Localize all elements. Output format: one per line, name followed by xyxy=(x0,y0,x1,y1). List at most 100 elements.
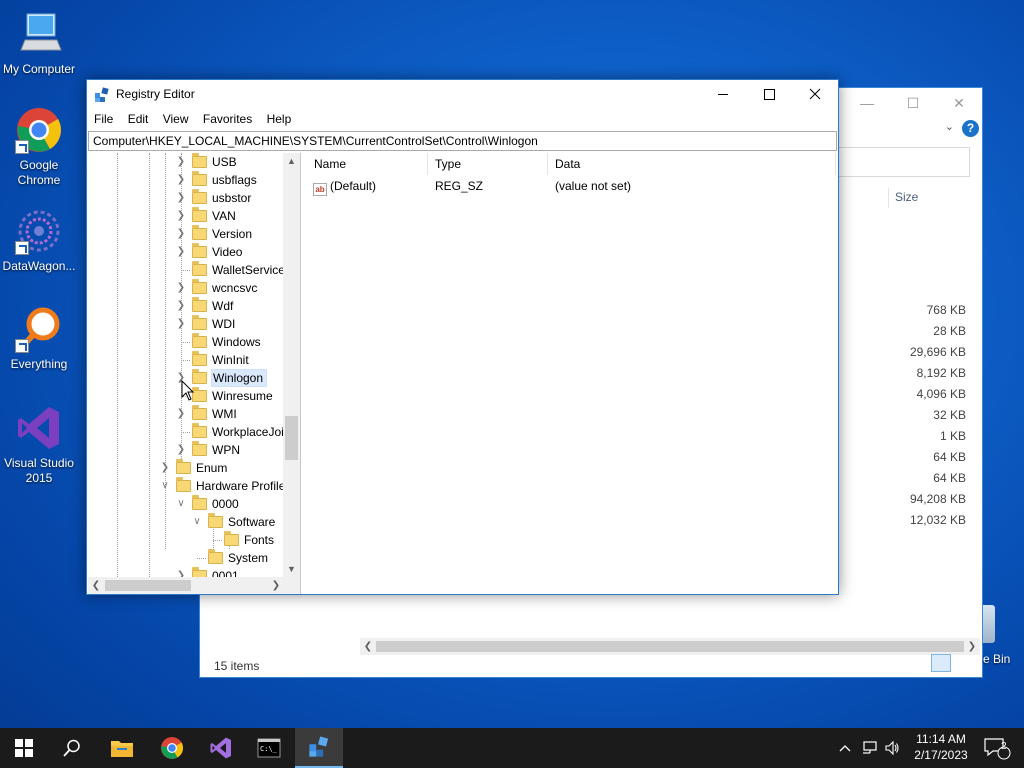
taskbar-clock[interactable]: 11:14 AM 2/17/2023 xyxy=(896,731,986,763)
tree-node[interactable]: ❯ USB xyxy=(177,153,240,171)
collapse-chevron-icon[interactable]: ∨ xyxy=(176,495,186,513)
column-header-size[interactable]: Size xyxy=(888,188,974,208)
registry-editor-window[interactable]: Registry Editor File Edit View Favorites… xyxy=(86,79,839,595)
regedit-titlebar[interactable]: Registry Editor xyxy=(87,80,838,109)
tree-node[interactable]: ❯ usbflags xyxy=(177,171,260,189)
scrollbar-thumb[interactable] xyxy=(285,416,298,460)
tree-node[interactable]: System xyxy=(197,549,271,567)
visual-studio-icon xyxy=(15,404,63,452)
search-button[interactable] xyxy=(48,728,96,768)
close-button[interactable] xyxy=(792,80,838,109)
expand-chevron-icon[interactable]: ❯ xyxy=(176,297,186,315)
tree-node[interactable]: Windows xyxy=(181,333,264,351)
scroll-right-arrow-icon[interactable]: ❯ xyxy=(964,638,980,655)
explorer-horizontal-scrollbar[interactable]: ❮ ❯ xyxy=(360,638,980,655)
tree-node[interactable]: ❯ WMI xyxy=(177,405,240,423)
scroll-left-arrow-icon[interactable]: ❮ xyxy=(88,577,104,594)
explorer-minimize-button[interactable]: — xyxy=(844,88,890,118)
registry-values-list[interactable]: Name Type Data ab (Default) REG_SZ (value… xyxy=(307,153,837,593)
action-center-button[interactable]: 2 xyxy=(982,728,1012,768)
taskbar-file-explorer[interactable] xyxy=(98,728,146,768)
desktop-icon-visual-studio[interactable]: Visual Studio 2015 xyxy=(0,404,78,486)
collapse-chevron-icon[interactable]: ∨ xyxy=(160,477,170,495)
minimize-button[interactable] xyxy=(700,80,746,109)
desktop-icon-label: My Computer xyxy=(2,62,76,76)
tree-node[interactable]: WalletService xyxy=(181,261,288,279)
show-hidden-icons-button[interactable] xyxy=(838,728,852,768)
tree-node[interactable]: ∨ Software xyxy=(193,513,278,531)
desktop-icon-everything[interactable]: Everything xyxy=(0,305,78,372)
tree-node[interactable]: ❯ Wdf xyxy=(177,297,236,315)
start-button[interactable] xyxy=(0,728,48,768)
scrollbar-thumb[interactable] xyxy=(105,580,191,591)
details-view-icon[interactable] xyxy=(930,654,951,672)
tree-node[interactable]: ∨ 0000 xyxy=(177,495,242,513)
address-bar[interactable]: Computer\HKEY_LOCAL_MACHINE\SYSTEM\Curre… xyxy=(88,131,837,151)
expand-chevron-icon[interactable]: ❯ xyxy=(176,207,186,225)
tree-vertical-scrollbar[interactable]: ▲ ▼ xyxy=(283,153,300,577)
expand-chevron-icon[interactable]: ❯ xyxy=(176,405,186,423)
shortcut-arrow-icon xyxy=(15,339,29,353)
tree-node[interactable]: ❯ WDI xyxy=(177,315,238,333)
help-icon[interactable]: ? xyxy=(962,120,979,137)
desktop-icon-google-chrome[interactable]: Google Chrome xyxy=(0,106,78,188)
menu-file[interactable]: File xyxy=(89,109,119,126)
explorer-maximize-button[interactable]: ☐ xyxy=(890,88,936,118)
tree-node-label: USB xyxy=(212,155,237,169)
taskbar-registry-editor[interactable] xyxy=(295,728,343,768)
tree-node[interactable]: ❯ VAN xyxy=(177,207,239,225)
maximize-button[interactable] xyxy=(746,80,792,109)
tree-node[interactable]: Fonts xyxy=(213,531,277,549)
scroll-up-arrow-icon[interactable]: ▲ xyxy=(283,153,300,169)
expand-chevron-icon[interactable]: ❯ xyxy=(176,279,186,297)
network-tray[interactable] xyxy=(862,728,880,768)
expand-chevron-icon[interactable]: ❯ xyxy=(176,243,186,261)
explorer-search-input[interactable] xyxy=(828,147,970,177)
tree-node[interactable]: ❯ wcncsvc xyxy=(177,279,260,297)
tree-node[interactable]: ❯ Version xyxy=(177,225,255,243)
scroll-right-arrow-icon[interactable]: ❯ xyxy=(268,577,284,594)
tree-node[interactable]: ❯ Enum xyxy=(161,459,230,477)
menu-favorites[interactable]: Favorites xyxy=(198,109,258,126)
expand-chevron-icon[interactable]: ❯ xyxy=(176,189,186,207)
column-header-data[interactable]: Data xyxy=(548,153,836,175)
menu-view[interactable]: View xyxy=(158,109,195,126)
expand-chevron-icon[interactable]: ❯ xyxy=(176,315,186,333)
expand-chevron-icon[interactable]: ❯ xyxy=(160,459,170,477)
expand-chevron-icon[interactable]: ❯ xyxy=(176,225,186,243)
menu-edit[interactable]: Edit xyxy=(123,109,155,126)
tree-node[interactable]: ❯ Video xyxy=(177,243,245,261)
recycle-bin-label[interactable]: e Bin xyxy=(983,652,1010,666)
registry-key-tree[interactable]: ❯ USB ❯ usbflags ❯ usbstor ❯ VAN ❯ Version ❯ Video W… xyxy=(88,153,301,594)
desktop-icon-datawagon[interactable]: DataWagon... xyxy=(0,207,78,274)
tree-node[interactable]: Winresume xyxy=(181,387,276,405)
tree-node[interactable]: WinInit xyxy=(181,351,252,369)
expand-chevron-icon[interactable]: ❯ xyxy=(176,153,186,171)
column-header-type[interactable]: Type xyxy=(428,153,548,175)
large-icons-view-icon[interactable] xyxy=(956,654,976,672)
value-row[interactable]: ab (Default) xyxy=(313,177,376,196)
collapse-chevron-icon[interactable]: ∨ xyxy=(192,513,202,531)
tree-node[interactable]: ❯ Winlogon xyxy=(177,369,268,387)
scroll-left-arrow-icon[interactable]: ❮ xyxy=(360,638,376,655)
taskbar-visual-studio[interactable] xyxy=(197,728,245,768)
desktop-icon-my-computer[interactable]: My Computer xyxy=(0,10,78,77)
recycle-bin-icon[interactable] xyxy=(983,605,995,643)
expand-chevron-icon[interactable]: ❯ xyxy=(176,171,186,189)
menu-help[interactable]: Help xyxy=(262,109,298,126)
tree-guide-line xyxy=(181,342,190,343)
ribbon-expand-chevron-icon[interactable]: ⌄ xyxy=(945,120,954,133)
scroll-down-arrow-icon[interactable]: ▼ xyxy=(283,561,300,577)
taskbar-command-prompt[interactable]: C:\_ xyxy=(245,728,293,768)
column-header-name[interactable]: Name xyxy=(307,153,428,175)
expand-chevron-icon[interactable]: ❯ xyxy=(176,441,186,459)
tree-node[interactable]: WorkplaceJoin xyxy=(181,423,293,441)
tree-node[interactable]: ❯ WPN xyxy=(177,441,243,459)
scrollbar-thumb[interactable] xyxy=(376,641,964,652)
taskbar-chrome[interactable] xyxy=(148,728,196,768)
explorer-close-button[interactable]: ✕ xyxy=(936,88,982,118)
tree-horizontal-scrollbar[interactable]: ❮ ❯ xyxy=(88,577,300,594)
tree-node[interactable]: ❯ usbstor xyxy=(177,189,254,207)
file-size-cell: 8,192 KB xyxy=(916,366,966,380)
tree-node[interactable]: ∨ Hardware Profiles xyxy=(161,477,294,495)
